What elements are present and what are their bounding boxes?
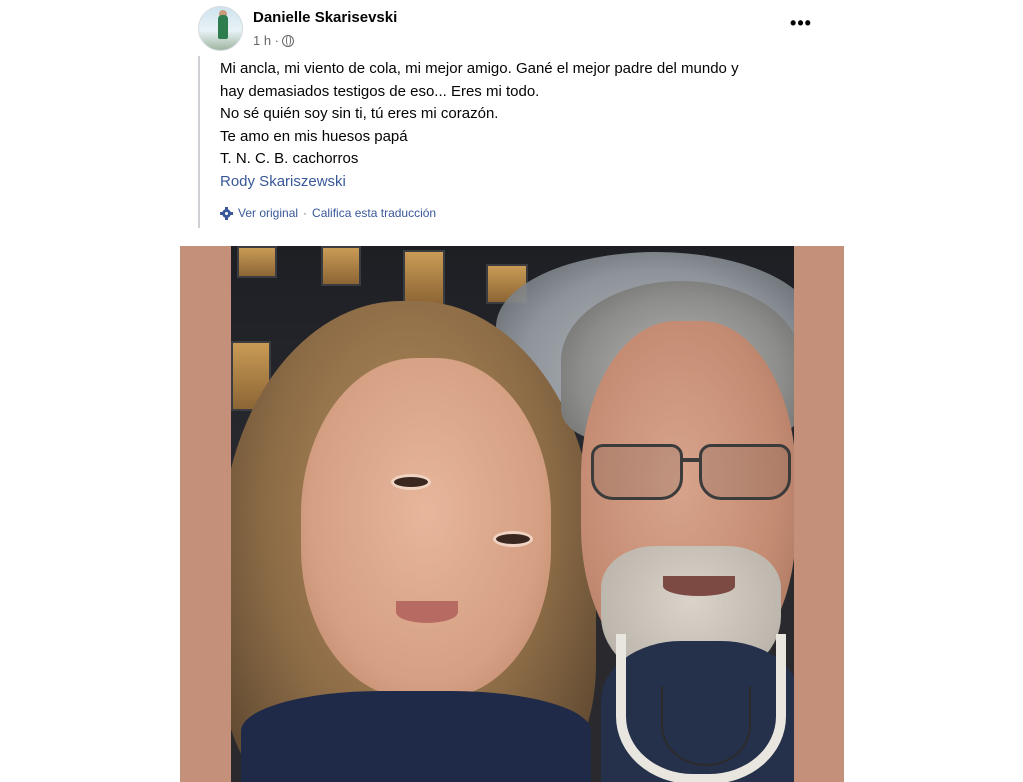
view-original-link[interactable]: Ver original (238, 206, 298, 220)
body-line-2: hay demasiados testigos de eso... Eres m… (220, 82, 540, 100)
photo-person-2-glasses (591, 436, 794, 506)
post-photo-frame[interactable] (180, 246, 844, 782)
post-time[interactable]: 1 h · (253, 33, 279, 48)
translation-bar: Ver original · Califica esta traducción (220, 206, 436, 220)
photo-person-2-smile (663, 576, 735, 596)
photo-person-1-top (241, 691, 591, 782)
avatar[interactable] (198, 6, 243, 51)
globe-icon[interactable] (282, 34, 295, 47)
rate-translation-link[interactable]: Califica esta traducción (312, 206, 436, 220)
author-name[interactable]: Danielle Skarisevski (253, 9, 397, 26)
facebook-post: Danielle Skarisevski 1 h · ••• Mi ancla,… (180, 0, 844, 782)
avatar-figure-body (218, 15, 228, 39)
translation-separator: · (303, 206, 308, 220)
post-meta: 1 h · (253, 33, 295, 48)
body-line-1: Mi ancla, mi viento de cola, mi mejor am… (220, 60, 739, 77)
post-photo[interactable] (231, 246, 794, 782)
gear-icon[interactable] (220, 206, 233, 220)
body-line-5: T. N. C. B. cachorros (220, 150, 359, 168)
photo-person-2-necklace (661, 686, 751, 766)
post-header: Danielle Skarisevski 1 h · ••• (198, 4, 838, 52)
body-line-4: Te amo en mis huesos papá (220, 127, 408, 145)
photo-person-1-face (301, 358, 551, 698)
more-options-icon[interactable]: ••• (788, 14, 814, 36)
mention-link[interactable]: Rody Skariszewski (220, 171, 838, 194)
photo-person-1-smile (396, 601, 458, 623)
body-line-3: No sé quién soy sin ti, tú eres mi coraz… (220, 105, 499, 123)
translated-text-block: Mi ancla, mi viento de cola, mi mejor am… (198, 56, 838, 228)
